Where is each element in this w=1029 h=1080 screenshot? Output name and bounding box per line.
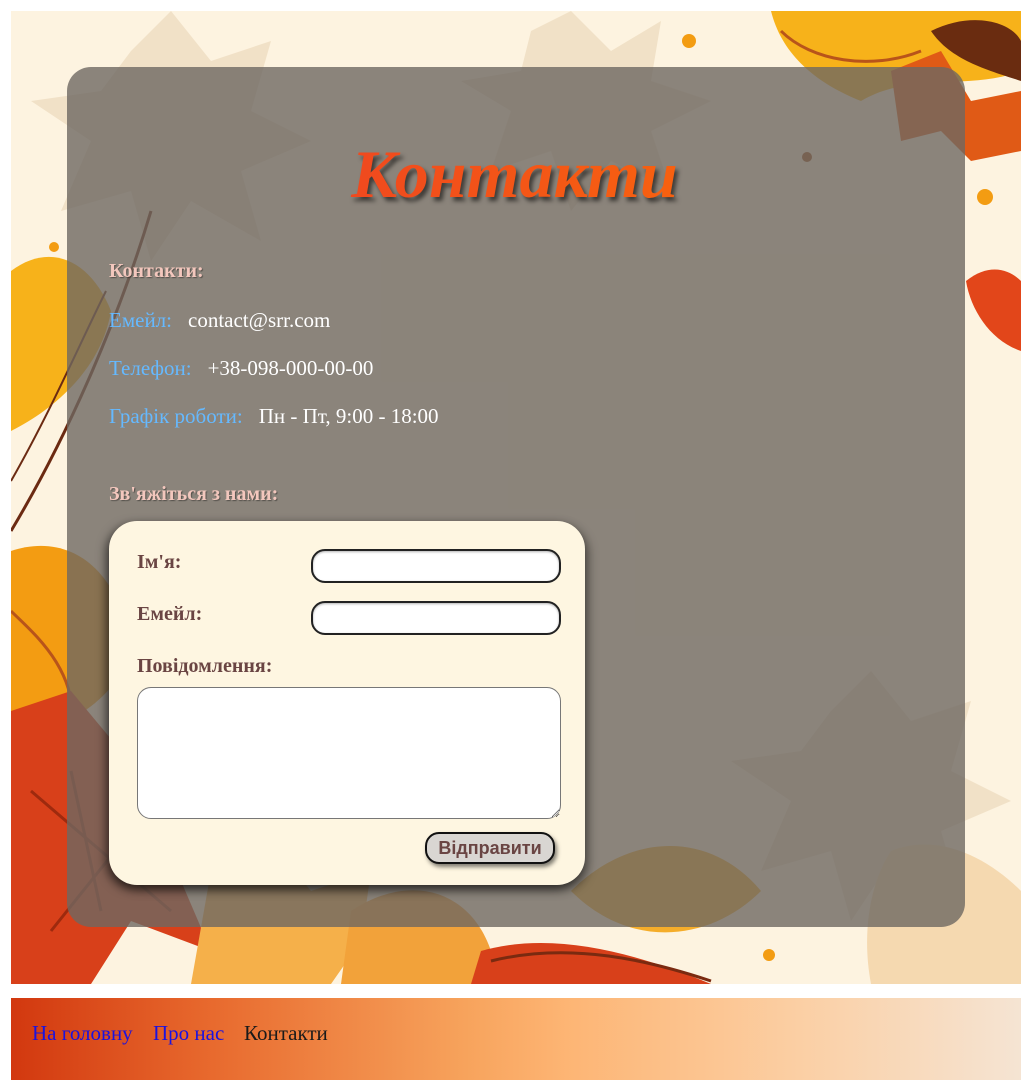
nav-link-about[interactable]: Про нас <box>153 1021 224 1046</box>
email-input[interactable] <box>311 601 561 635</box>
email-info-label: Емейл: <box>109 308 172 332</box>
nav-link-contacts[interactable]: Контакти <box>244 1021 328 1046</box>
phone-info-row: Телефон: +38-098-000-00-00 <box>109 356 373 381</box>
page-title: Контакти <box>0 140 1029 208</box>
email-info-value: contact@srr.com <box>188 308 331 332</box>
hours-info-row: Графік роботи: Пн - Пт, 9:00 - 18:00 <box>109 404 439 429</box>
footer-nav-bar: На головну Про нас Контакти <box>11 998 1021 1080</box>
contacts-heading: Контакти: <box>109 260 204 282</box>
contact-form: Ім'я: Емейл: Повідомлення: Відправити <box>109 521 585 885</box>
email-info-row: Емейл: contact@srr.com <box>109 308 330 333</box>
message-label: Повідомлення: <box>137 655 273 677</box>
hours-info-label: Графік роботи: <box>109 404 243 428</box>
hours-info-value: Пн - Пт, 9:00 - 18:00 <box>258 404 439 428</box>
message-textarea[interactable] <box>137 687 561 819</box>
name-label: Ім'я: <box>137 551 182 573</box>
phone-info-value: +38-098-000-00-00 <box>207 356 374 380</box>
form-email-label: Емейл: <box>137 603 203 625</box>
form-heading: Зв'яжіться з нами: <box>109 483 279 505</box>
submit-button[interactable]: Відправити <box>425 832 555 864</box>
nav-link-home[interactable]: На головну <box>32 1021 133 1046</box>
name-input[interactable] <box>311 549 561 583</box>
phone-info-label: Телефон: <box>109 356 192 380</box>
